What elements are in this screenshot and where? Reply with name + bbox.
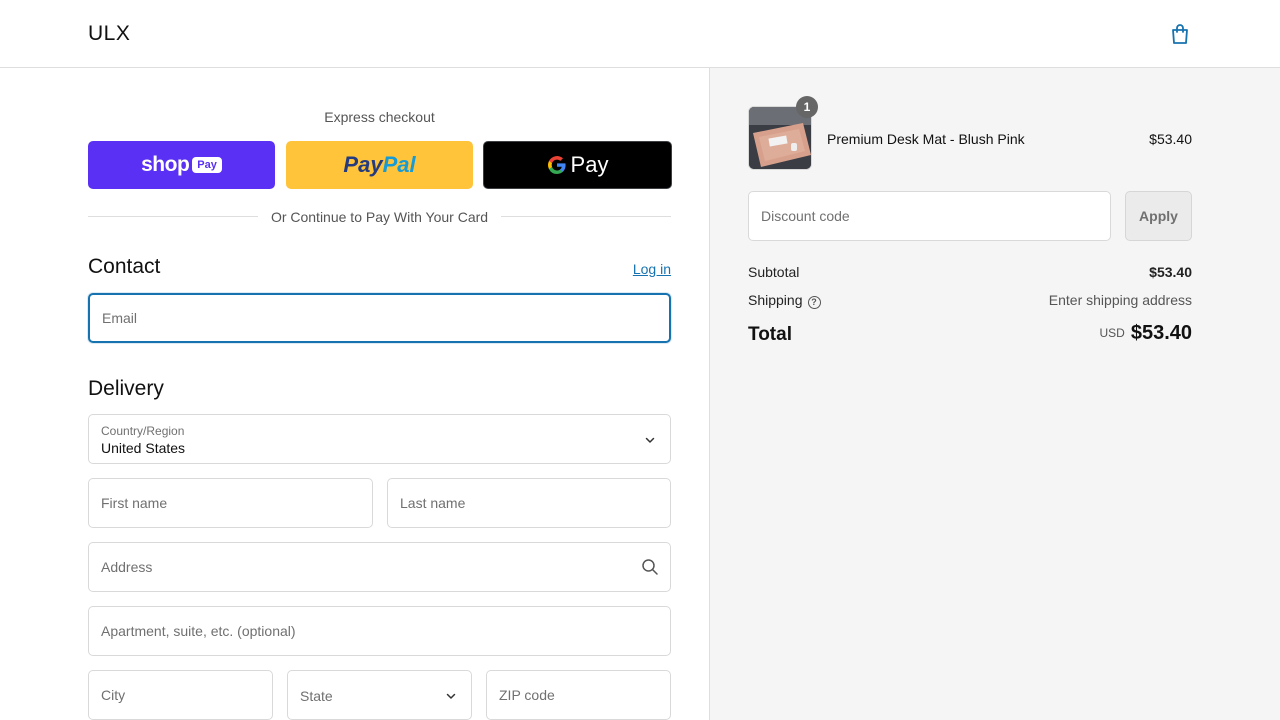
discount-code-input[interactable]: [748, 191, 1111, 241]
express-checkout-title: Express checkout: [324, 109, 435, 125]
total-label: Total: [748, 324, 792, 345]
city-input[interactable]: [88, 670, 273, 720]
subtotal-value: $53.40: [1149, 264, 1192, 280]
zip-input[interactable]: [486, 670, 671, 720]
subtotal-label: Subtotal: [748, 264, 800, 280]
search-icon: [642, 559, 658, 575]
header: ULX: [0, 0, 1280, 68]
shop-pay-badge: Pay: [192, 157, 222, 173]
shipping-value: Enter shipping address: [1048, 292, 1192, 308]
quantity-badge: 1: [796, 96, 818, 118]
total-currency: USD: [1099, 326, 1125, 340]
delivery-title: Delivery: [88, 377, 164, 400]
address-input[interactable]: [88, 542, 671, 592]
contact-title: Contact: [88, 255, 161, 278]
country-select[interactable]: Country/Region United States: [88, 414, 671, 464]
total-amount-row: USD $53.40: [1099, 322, 1192, 345]
google-pay-button[interactable]: Pay: [483, 141, 672, 189]
store-logo[interactable]: ULX: [88, 22, 130, 46]
card-divider-text: Or Continue to Pay With Your Card: [270, 209, 489, 225]
shipping-label-row: Shipping?: [748, 292, 821, 309]
paypal-logo: PayPal: [343, 152, 416, 177]
order-summary: 1 Premium Desk Mat - Blush Pink $53.40 A…: [709, 68, 1280, 720]
chevron-down-icon: [645, 437, 655, 443]
shopping-bag-icon[interactable]: [1170, 23, 1190, 45]
state-placeholder: State: [300, 688, 333, 704]
country-label: Country/Region: [101, 424, 185, 438]
product-name: Premium Desk Mat - Blush Pink: [827, 131, 1025, 147]
shop-pay-button[interactable]: shop Pay: [88, 141, 275, 189]
apply-discount-button[interactable]: Apply: [1125, 191, 1192, 241]
country-value: United States: [101, 440, 186, 456]
total-value: $53.40: [1130, 322, 1192, 344]
first-name-input[interactable]: [88, 478, 373, 528]
google-g-icon: [547, 156, 566, 174]
login-link[interactable]: Log in: [633, 261, 671, 277]
help-circle-icon[interactable]: ?: [807, 296, 821, 309]
email-input[interactable]: [88, 293, 671, 343]
paypal-button[interactable]: PayPal: [286, 141, 473, 189]
shipping-label: Shipping: [748, 292, 803, 308]
address-field-wrapper: [88, 542, 671, 592]
chevron-down-icon: [446, 693, 456, 699]
google-pay-word: Pay: [570, 152, 609, 177]
last-name-input[interactable]: [387, 478, 671, 528]
shop-pay-word: shop: [141, 153, 190, 176]
state-select[interactable]: State: [287, 670, 472, 720]
apartment-input[interactable]: [88, 606, 671, 656]
product-price: $53.40: [1149, 131, 1192, 147]
